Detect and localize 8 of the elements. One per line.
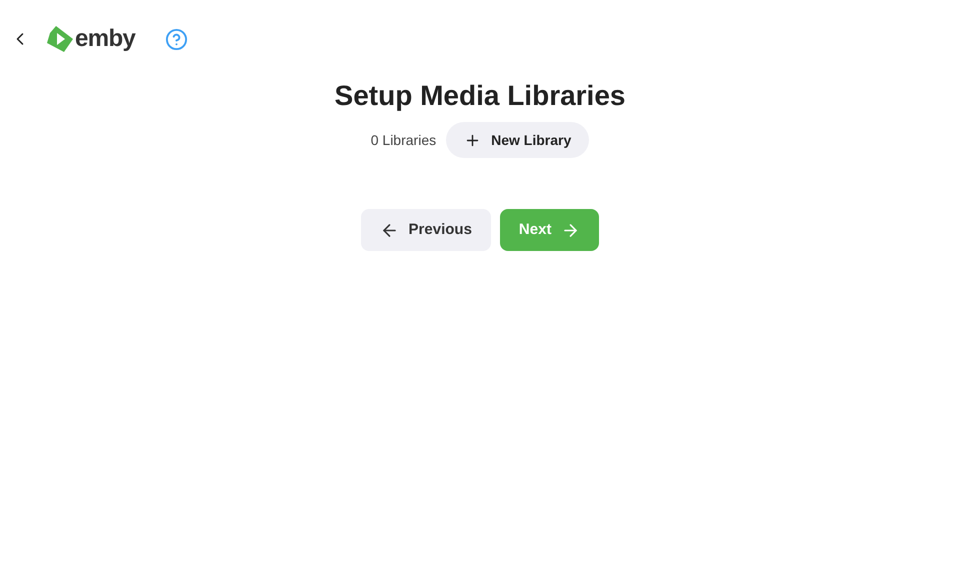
new-library-button[interactable]: New Library [446, 122, 590, 158]
previous-button[interactable]: Previous [360, 209, 491, 251]
logo-wordmark: emby [75, 27, 136, 51]
help-button[interactable] [165, 28, 188, 50]
logo-icon [46, 25, 74, 53]
library-count: 0 Libraries [370, 130, 436, 150]
help-icon [165, 28, 188, 50]
page-title: Setup Media Libraries [334, 82, 626, 110]
